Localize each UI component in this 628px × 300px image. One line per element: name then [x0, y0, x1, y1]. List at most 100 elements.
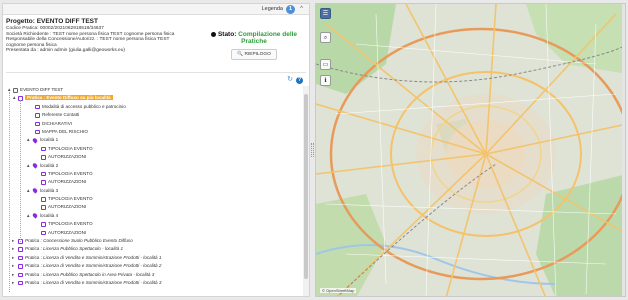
- tree-practice-label: Pratica : Concessione Suolo Pubblico Eve…: [25, 238, 133, 244]
- practice-icon: [18, 247, 23, 252]
- tree-item[interactable]: TIPOLOGIA EVENTO: [7, 220, 297, 228]
- tree-practice-label: Pratica : Licenza di Vendita e Somminist…: [25, 263, 162, 269]
- tree-item[interactable]: Referente Contatti: [7, 111, 297, 119]
- tree-locality[interactable]: ▲ località 4: [7, 212, 297, 220]
- tree-practice-main[interactable]: ▲ Pratica : Evento Diffuso su più locali…: [7, 94, 297, 102]
- form-icon: [41, 171, 46, 177]
- status-value: Compilazione delle: [238, 31, 298, 38]
- chevron-up-icon[interactable]: ^: [297, 5, 306, 14]
- tree-locality-label: località 4: [40, 212, 59, 218]
- collapse-icon[interactable]: ▲: [26, 136, 30, 144]
- tree-scrollbar[interactable]: [303, 86, 309, 296]
- tree-practice-highlight: Pratica : Evento Diffuso su più località: [25, 95, 113, 101]
- refresh-icon[interactable]: ↻: [287, 76, 294, 83]
- info-icon[interactable]: ℹ: [320, 75, 331, 86]
- expand-icon[interactable]: ▸: [12, 254, 14, 262]
- tree-locality-label: località 3: [40, 187, 59, 193]
- tree-guide-line: [9, 92, 10, 292]
- practice-icon: [18, 272, 23, 278]
- tree-practice[interactable]: ▸ Pratica : Licenza di Vendita e Sommini…: [7, 262, 297, 270]
- tree-locality-label: località 1: [40, 137, 59, 143]
- divider: [6, 72, 306, 73]
- tree-practice[interactable]: ▸ Pratica : Licenza di Vendita e Sommini…: [7, 254, 297, 262]
- tree-practice[interactable]: ▸ Pratica : Concessione Suolo Pubblico E…: [7, 237, 297, 245]
- collapse-icon[interactable]: ▲: [26, 212, 30, 220]
- tree-item[interactable]: TIPOLOGIA EVENTO: [7, 170, 297, 178]
- form-icon: [41, 222, 46, 227]
- scroll-thumb[interactable]: [304, 94, 308, 279]
- tree-item-label: TIPOLOGIA EVENTO: [48, 145, 93, 151]
- tree-item-label: Modalità di accesso pubblico e patrocini…: [42, 103, 126, 109]
- form-icon: [41, 205, 46, 210]
- legend-bar: Legenda 1 ^: [3, 4, 309, 15]
- practice-icon: [18, 264, 23, 269]
- form-icon: [35, 113, 40, 118]
- location-pin-icon: [31, 187, 39, 194]
- legend-label[interactable]: Legenda: [262, 6, 283, 12]
- form-icon: [35, 129, 40, 135]
- tree-item[interactable]: TIPOLOGIA EVENTO: [7, 145, 297, 153]
- tree-item[interactable]: AUTORIZZAZIONI: [7, 203, 297, 211]
- tree-locality[interactable]: ▲ località 2: [7, 162, 297, 170]
- tree-locality[interactable]: ▲ località 3: [7, 187, 297, 195]
- expand-icon[interactable]: ▸: [12, 237, 14, 245]
- tree-guide-line: [20, 100, 21, 242]
- tree-practice-label: Pratica : Licenza Pubblico Spettacolo in…: [25, 271, 155, 277]
- collapse-icon[interactable]: ▲: [12, 94, 16, 102]
- project-panel: Legenda 1 ^ Progetto: EVENTO DIFF TEST C…: [2, 3, 310, 297]
- tree-item[interactable]: DICHIARATIVI: [7, 120, 297, 128]
- expand-icon[interactable]: ▸: [12, 245, 14, 253]
- expand-icon[interactable]: ▸: [12, 271, 14, 279]
- map-view[interactable]: ☰ ⌕ ▭ ℹ © OpenStreetMap: [315, 3, 626, 297]
- tree-practice-label: Pratica : Licenza di Vendita e Somminist…: [25, 279, 162, 285]
- tree-item-label: AUTORIZZAZIONI: [48, 154, 87, 160]
- location-pin-icon: [31, 137, 39, 144]
- grip-icon[interactable]: [311, 143, 314, 157]
- tree-practice-label: Pratica : Licenza di Vendita e Somminist…: [25, 254, 162, 260]
- form-icon: [41, 230, 46, 236]
- tree-tools: ↻ ?: [287, 76, 303, 84]
- tree-item-label: DICHIARATIVI: [42, 120, 73, 126]
- form-icon: [41, 197, 46, 202]
- tree-item-label: AUTORIZZAZIONI: [48, 179, 87, 185]
- menu-icon[interactable]: ☰: [320, 8, 331, 19]
- collapse-icon[interactable]: ▲: [26, 162, 30, 170]
- tree-item[interactable]: AUTORIZZAZIONI: [7, 153, 297, 161]
- status-label: Stato:: [217, 31, 237, 38]
- tree-item-label: TIPOLOGIA EVENTO: [48, 196, 93, 202]
- tree-item-label: AUTORIZZAZIONI: [48, 229, 87, 235]
- map-canvas[interactable]: [316, 4, 626, 297]
- tree-practice[interactable]: ▸ Pratica : Licenza di Vendita e Sommini…: [7, 279, 297, 287]
- tree-practice[interactable]: ▸ Pratica : Licenza Pubblico Spettacolo …: [7, 245, 297, 253]
- legend-count-badge[interactable]: 1: [286, 5, 295, 14]
- map-scrollbar[interactable]: [622, 4, 625, 296]
- riepilogo-button[interactable]: 🔍 RIEPILOGO: [231, 49, 277, 60]
- tree-item-label: AUTORIZZAZIONI: [48, 204, 87, 210]
- help-icon[interactable]: ?: [296, 77, 303, 84]
- map-attribution: © OpenStreetMap: [320, 288, 357, 293]
- tree-root[interactable]: ▲ EVENTO DIFF TEST: [7, 86, 297, 94]
- location-pin-icon: [31, 162, 39, 169]
- expand-icon[interactable]: ▸: [12, 262, 14, 270]
- expand-icon[interactable]: ▸: [12, 279, 14, 287]
- tree-item[interactable]: AUTORIZZAZIONI: [7, 178, 297, 186]
- collapse-icon[interactable]: ▲: [26, 187, 30, 195]
- tree-locality[interactable]: ▲ località 1: [7, 136, 297, 144]
- tree-item[interactable]: Modalità di accesso pubblico e patrocini…: [7, 103, 297, 111]
- tree-item[interactable]: MAPPA DEL RISCHIO: [7, 128, 297, 136]
- practice-icon: [18, 280, 23, 286]
- tree-item[interactable]: TIPOLOGIA EVENTO: [7, 195, 297, 203]
- form-icon: [35, 104, 40, 110]
- tree-item[interactable]: AUTORIZZAZIONI: [7, 229, 297, 237]
- project-info: Progetto: EVENTO DIFF TEST Codice Pratic…: [6, 18, 206, 54]
- tree-practice-label: Pratica : Licenza Pubblico Spettacolo - …: [25, 246, 124, 252]
- tree-item-label: TIPOLOGIA EVENTO: [48, 221, 93, 227]
- zoom-icon[interactable]: ⌕: [320, 32, 331, 43]
- riepilogo-label: RIEPILOGO: [244, 52, 271, 57]
- tree-root-label: EVENTO DIFF TEST: [20, 87, 64, 92]
- tree-practice[interactable]: ▸ Pratica : Licenza Pubblico Spettacolo …: [7, 271, 297, 279]
- layers-icon[interactable]: ▭: [320, 59, 331, 70]
- form-icon: [35, 121, 40, 127]
- location-pin-icon: [31, 212, 39, 220]
- practice-icon: [18, 255, 23, 261]
